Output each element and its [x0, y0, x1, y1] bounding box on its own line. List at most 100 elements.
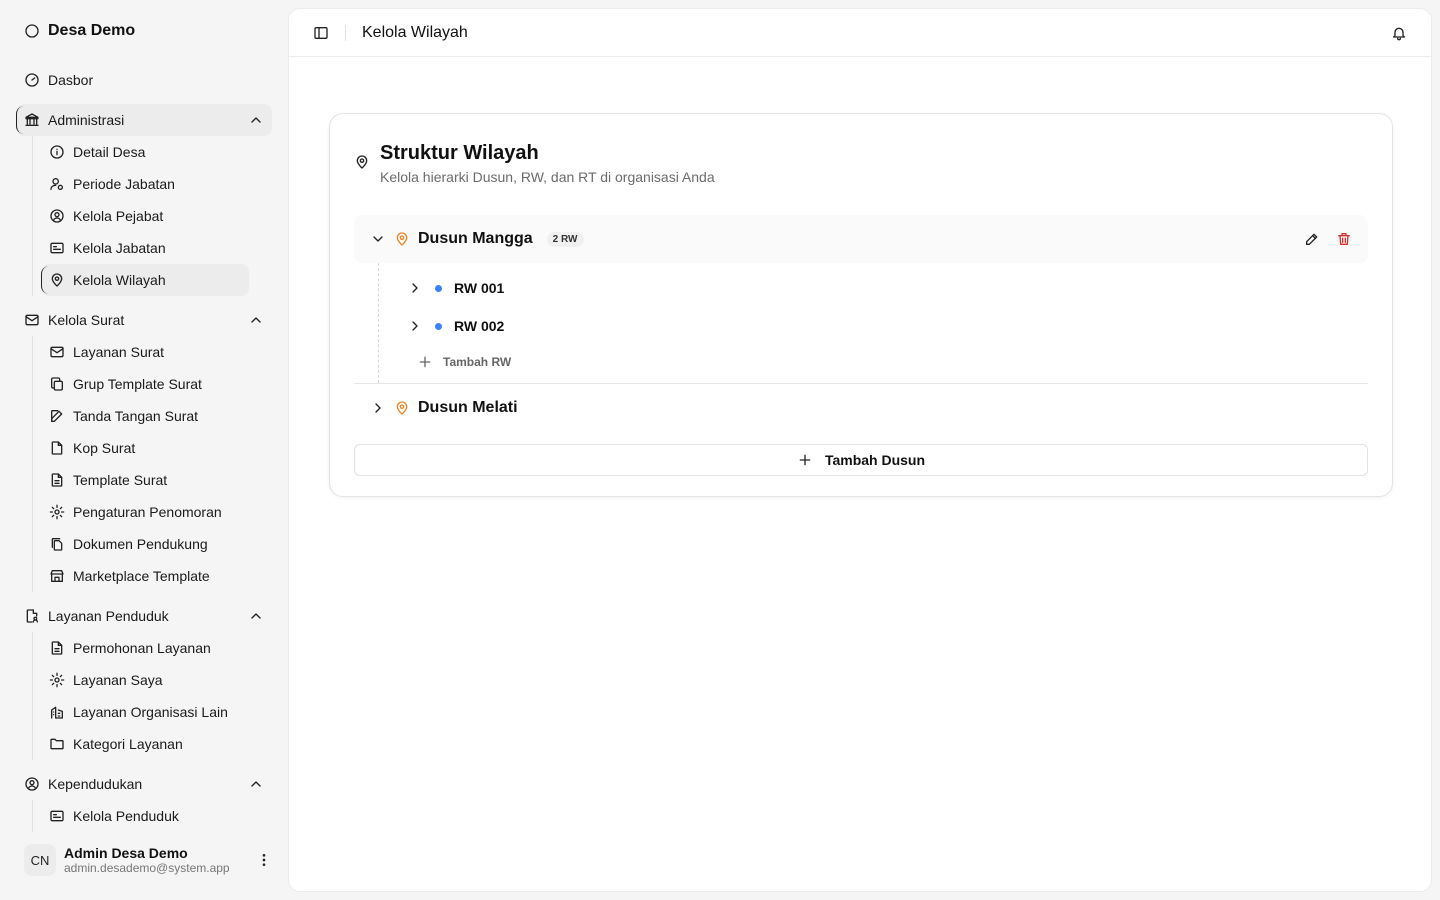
sidebar-item-dokumen-pendukung[interactable]: Dokumen Pendukung — [41, 528, 249, 560]
sidebar-item-label: Marketplace Template — [73, 568, 210, 584]
user-circle-icon — [24, 776, 40, 792]
rw-dot — [435, 322, 442, 330]
sidebar-item-label: Kelola Wilayah — [73, 272, 166, 288]
sidebar-item-periode-jabatan[interactable]: Periode Jabatan — [41, 168, 249, 200]
circle-logo-icon — [24, 23, 40, 39]
file-user-icon — [24, 608, 40, 624]
sidebar-item-kop-surat[interactable]: Kop Surat — [41, 432, 249, 464]
settings-icon — [49, 504, 65, 520]
struktur-wilayah-card: Struktur Wilayah Kelola hierarki Dusun, … — [329, 113, 1393, 497]
rw-dot — [435, 284, 442, 292]
chevron-right-icon[interactable] — [407, 318, 423, 334]
wilayah-tree: Dusun Mangga 2 RW RW 001 RW 002 Tambah R… — [354, 215, 1368, 476]
sidebar-item-permohonan-layanan[interactable]: Permohonan Layanan — [41, 632, 249, 664]
dusun-name: Dusun Melati — [418, 399, 518, 416]
user-clock-icon — [49, 176, 65, 192]
chevron-up-icon — [248, 112, 264, 128]
rw-count-badge: 2 RW — [546, 231, 584, 247]
sidebar-item-label: Kelola Jabatan — [73, 240, 166, 256]
card-header: Struktur Wilayah Kelola hierarki Dusun, … — [354, 138, 1368, 185]
map-pin-icon — [354, 154, 370, 170]
sidebar-toggle-icon[interactable] — [313, 25, 329, 41]
sidebar-item-label: Layanan Organisasi Lain — [73, 704, 228, 720]
sidebar-item-marketplace-template[interactable]: Marketplace Template — [41, 560, 249, 592]
map-pin-icon — [394, 231, 410, 247]
sidebar-item-kelola-jabatan[interactable]: Kelola Jabatan — [41, 232, 249, 264]
brand[interactable]: Desa Demo — [24, 22, 135, 40]
rw-list: RW 001 RW 002 Tambah RW — [378, 263, 1368, 383]
sidebar-item-grup-template-surat[interactable]: Grup Template Surat — [41, 368, 249, 400]
folder-icon — [49, 736, 65, 752]
sidebar-item-layanan-organisasi-lain[interactable]: Layanan Organisasi Lain — [41, 696, 249, 728]
avatar: CN — [24, 844, 56, 876]
rw-row[interactable]: RW 002 — [379, 307, 1368, 345]
info-icon — [49, 144, 65, 160]
building-icon — [49, 704, 65, 720]
gauge-icon — [24, 72, 40, 88]
sidebar-item-label: Tanda Tangan Surat — [73, 408, 199, 424]
more-vertical-icon[interactable] — [256, 852, 272, 868]
plus-icon — [797, 452, 813, 468]
bell-icon[interactable] — [1391, 25, 1407, 41]
sidebar-item-label: Layanan Surat — [73, 344, 165, 360]
rw-name: RW 002 — [454, 318, 505, 334]
user-profile[interactable]: CN Admin Desa Demo admin.desademo@system… — [24, 840, 272, 880]
sidebar-item-label: Kelola Penduduk — [73, 808, 179, 824]
sidebar-item-kelola-wilayah[interactable]: Kelola Wilayah — [41, 264, 249, 296]
sidebar-item-kelola-pejabat[interactable]: Kelola Pejabat — [41, 200, 249, 232]
sidebar-item-label: Dasbor — [48, 72, 94, 88]
chevron-up-icon — [248, 776, 264, 792]
sidebar-nav: Dasbor Administrasi Detail Desa Periode … — [16, 64, 272, 832]
rw-name: RW 001 — [454, 280, 505, 296]
sidebar-item-label: Kop Surat — [73, 440, 136, 456]
sidebar-item-kelola-penduduk[interactable]: Kelola Penduduk — [41, 800, 249, 832]
sidebar-subnav-kelola-surat: Layanan Surat Grup Template Surat Tanda … — [32, 336, 272, 592]
brand-name: Desa Demo — [48, 22, 136, 39]
page-title: Kelola Wilayah — [362, 23, 468, 41]
user-circle-icon — [49, 208, 65, 224]
dusun-row[interactable]: Dusun Mangga 2 RW — [354, 215, 1368, 263]
sidebar-item-label: Layanan Saya — [73, 672, 163, 688]
sidebar-group-kependudukan[interactable]: Kependudukan — [16, 768, 272, 800]
sidebar-item-label: Kategori Layanan — [73, 736, 183, 752]
sidebar-item-tanda-tangan-surat[interactable]: Tanda Tangan Surat — [41, 400, 249, 432]
map-pin-icon — [49, 272, 65, 288]
chevron-right-icon[interactable] — [370, 400, 386, 416]
sidebar-group-kelola-surat[interactable]: Kelola Surat — [16, 304, 272, 336]
sidebar-item-kategori-layanan[interactable]: Kategori Layanan — [41, 728, 249, 760]
user-info: Admin Desa Demo admin.desademo@system.ap… — [64, 845, 248, 875]
settings-icon — [49, 672, 65, 688]
chevron-right-icon[interactable] — [407, 280, 423, 296]
id-card-icon — [49, 808, 65, 824]
sidebar-item-layanan-saya[interactable]: Layanan Saya — [41, 664, 249, 696]
dusun-row[interactable]: Dusun Melati — [354, 384, 1368, 432]
id-card-icon — [49, 240, 65, 256]
sidebar-item-template-surat[interactable]: Template Surat — [41, 464, 249, 496]
sidebar-item-dasbor[interactable]: Dasbor — [16, 64, 272, 96]
sidebar-group-label: Layanan Penduduk — [48, 608, 169, 624]
trash-icon[interactable] — [1336, 231, 1352, 247]
sidebar-group-administrasi[interactable]: Administrasi — [16, 104, 272, 136]
sidebar-subnav-kependudukan: Kelola Penduduk — [32, 800, 272, 832]
chevron-up-icon — [248, 608, 264, 624]
pencil-icon[interactable] — [1304, 231, 1320, 247]
sidebar-group-layanan-penduduk[interactable]: Layanan Penduduk — [16, 600, 272, 632]
dusun-actions — [1304, 231, 1352, 247]
file-text-icon — [49, 640, 65, 656]
chevron-up-icon — [248, 312, 264, 328]
card-subtitle: Kelola hierarki Dusun, RW, dan RT di org… — [380, 169, 715, 185]
topbar-divider — [345, 24, 346, 41]
sidebar-item-layanan-surat[interactable]: Layanan Surat — [41, 336, 249, 368]
sidebar-item-pengaturan-penomoran[interactable]: Pengaturan Penomoran — [41, 496, 249, 528]
store-icon — [49, 568, 65, 584]
map-pin-icon — [394, 400, 410, 416]
chevron-down-icon[interactable] — [370, 231, 386, 247]
add-dusun-button[interactable]: Tambah Dusun — [354, 444, 1368, 476]
rw-row[interactable]: RW 001 — [379, 269, 1368, 307]
files-icon — [49, 536, 65, 552]
add-rw-button[interactable]: Tambah RW — [379, 345, 1368, 379]
sidebar-item-label: Grup Template Surat — [73, 376, 202, 392]
sidebar-item-detail-desa[interactable]: Detail Desa — [41, 136, 249, 168]
sidebar: Desa Demo Dasbor Administrasi Detail Des… — [0, 0, 288, 900]
file-icon — [49, 440, 65, 456]
